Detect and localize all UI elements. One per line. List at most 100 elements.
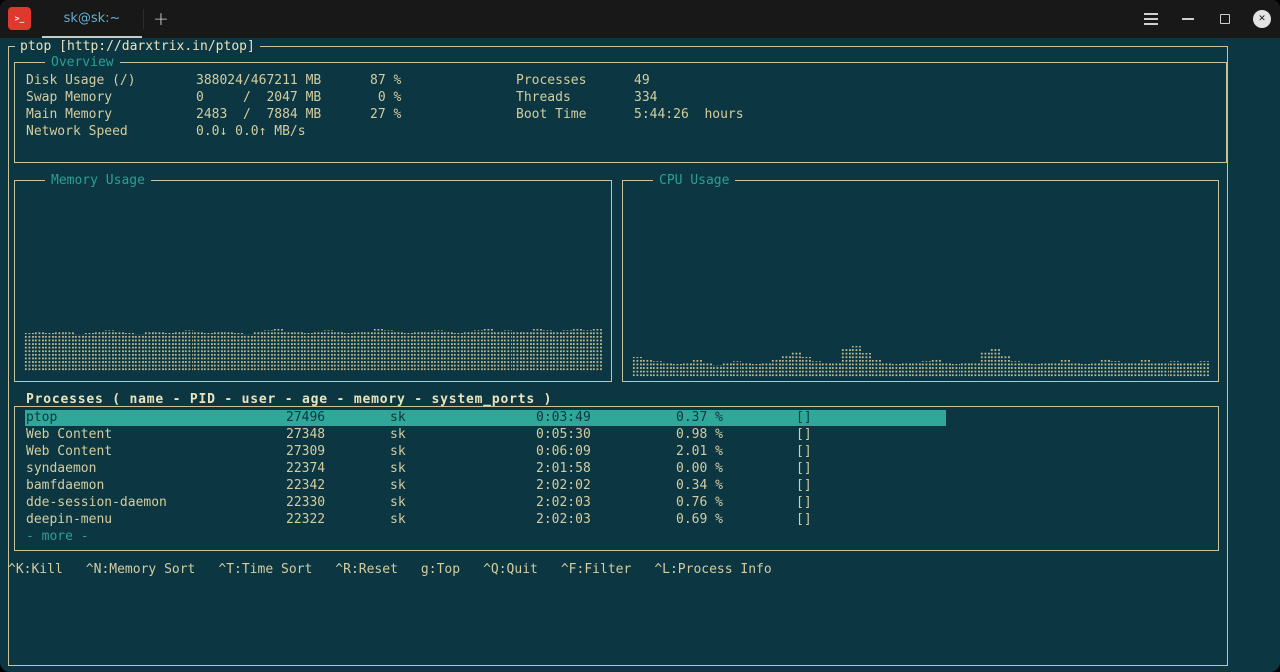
- process-table: ptop 27496 sk 0:03:49 0.37 % [] Web Cont…: [14, 406, 1219, 551]
- process-ports: []: [796, 444, 812, 460]
- process-age: 0:05:30: [536, 427, 591, 443]
- table-row[interactable]: syndaemon 22374 sk 2:01:58 0.00 % []: [15, 461, 1218, 478]
- memory-usage-panel: Memory Usage: [14, 180, 612, 382]
- key-hint-reset: ^R:Reset: [335, 562, 398, 577]
- process-age: 2:02:03: [536, 495, 591, 511]
- minimize-icon: [1182, 18, 1194, 20]
- process-pid: 27496: [286, 410, 325, 426]
- table-row[interactable]: bamfdaemon 22342 sk 2:02:02 0.34 % []: [15, 478, 1218, 495]
- terminal-app-icon: >_: [8, 7, 31, 30]
- process-user: sk: [390, 461, 406, 477]
- new-tab-button[interactable]: +: [149, 0, 173, 38]
- process-memory: 0.34 %: [676, 478, 723, 494]
- overview-panel: Overview Disk Usage (/) 388024/467211 MB…: [14, 62, 1227, 163]
- cpu-usage-graph: [632, 337, 1209, 377]
- process-ports: []: [796, 495, 812, 511]
- boot-time-value: 5:44:26 hours: [634, 107, 744, 123]
- key-hint-quit: ^Q:Quit: [483, 562, 538, 577]
- close-button[interactable]: ✕: [1252, 7, 1272, 31]
- processes-label: Processes: [516, 73, 586, 89]
- process-ports: []: [796, 461, 812, 477]
- processes-count: 49: [634, 73, 650, 89]
- process-age: 2:01:58: [536, 461, 591, 477]
- terminal-window: >_ sk@sk:~ + ✕ ptop [http://darxtrix.in/…: [0, 0, 1280, 672]
- process-user: sk: [390, 512, 406, 528]
- process-pid: 22322: [286, 512, 325, 528]
- key-hint-top: g:Top: [421, 562, 460, 577]
- menu-icon[interactable]: [1141, 7, 1161, 31]
- main-memory-label: Main Memory: [26, 107, 112, 123]
- maximize-icon: [1220, 14, 1230, 24]
- tab-title: sk@sk:~: [64, 11, 121, 26]
- hamburger-icon: [1144, 18, 1158, 20]
- table-row[interactable]: dde-session-daemon 22330 sk 2:02:03 0.76…: [15, 495, 1218, 512]
- overview-row: Main Memory 2483 / 7884 MB 27 % Boot Tim…: [15, 107, 1226, 124]
- process-memory: 0.69 %: [676, 512, 723, 528]
- swap-memory-value: 0 / 2047 MB: [196, 90, 321, 106]
- process-age: 2:02:03: [536, 512, 591, 528]
- main-memory-value: 2483 / 7884 MB: [196, 107, 321, 123]
- ptop-title: ptop [http://darxtrix.in/ptop]: [15, 39, 260, 54]
- process-name: deepin-menu: [26, 512, 112, 528]
- process-age: 0:03:49: [536, 410, 591, 426]
- process-user: sk: [390, 444, 406, 460]
- process-memory: 0.37 %: [676, 410, 723, 426]
- process-memory: 0.98 %: [676, 427, 723, 443]
- terminal-prompt-glyph: >_: [15, 15, 25, 23]
- overview-row: Network Speed 0.0↓ 0.0↑ MB/s: [15, 124, 1226, 141]
- disk-usage-label: Disk Usage (/): [26, 73, 136, 89]
- process-user: sk: [390, 410, 406, 426]
- process-ports: []: [796, 427, 812, 443]
- process-memory: 0.76 %: [676, 495, 723, 511]
- process-ports: []: [796, 410, 812, 426]
- key-hint-process-info: ^L:Process Info: [654, 562, 771, 577]
- process-name: ptop: [26, 410, 57, 426]
- key-hint-time-sort: ^T:Time Sort: [218, 562, 312, 577]
- table-row[interactable]: ptop 27496 sk 0:03:49 0.37 % []: [15, 410, 1218, 427]
- process-name: syndaemon: [26, 461, 96, 477]
- process-name: Web Content: [26, 444, 112, 460]
- process-pid: 22330: [286, 495, 325, 511]
- process-table-header: Processes ( name - PID - user - age - me…: [26, 392, 552, 407]
- process-memory: 0.00 %: [676, 461, 723, 477]
- threads-label: Threads: [516, 90, 571, 106]
- tab-active[interactable]: sk@sk:~: [42, 0, 142, 38]
- process-pid: 22374: [286, 461, 325, 477]
- boot-time-label: Boot Time: [516, 107, 586, 123]
- disk-usage-pct: 87 %: [370, 73, 401, 89]
- minimize-button[interactable]: [1178, 7, 1198, 31]
- memory-usage-title: Memory Usage: [45, 173, 151, 188]
- process-user: sk: [390, 427, 406, 443]
- process-name: dde-session-daemon: [26, 495, 167, 511]
- table-row[interactable]: Web Content 27309 sk 0:06:09 2.01 % []: [15, 444, 1218, 461]
- process-age: 2:02:02: [536, 478, 591, 494]
- tab-separator: [143, 9, 144, 29]
- disk-usage-value: 388024/467211 MB: [196, 73, 321, 89]
- more-indicator: - more -: [15, 529, 1218, 546]
- overview-row: Swap Memory 0 / 2047 MB 0 % Threads 334: [15, 90, 1226, 107]
- cpu-usage-panel: CPU Usage: [622, 180, 1219, 382]
- network-speed-label: Network Speed: [26, 124, 128, 140]
- process-memory: 2.01 %: [676, 444, 723, 460]
- window-controls: ✕: [1141, 0, 1272, 38]
- process-ports: []: [796, 512, 812, 528]
- key-hint-filter: ^F:Filter: [561, 562, 631, 577]
- process-name: Web Content: [26, 427, 112, 443]
- process-pid: 27348: [286, 427, 325, 443]
- footer-keybindings: ^K:Kill ^N:Memory Sort ^T:Time Sort ^R:R…: [8, 562, 772, 577]
- terminal-screen[interactable]: ptop [http://darxtrix.in/ptop] Overview …: [0, 38, 1280, 672]
- maximize-button[interactable]: [1215, 7, 1235, 31]
- overview-row: Disk Usage (/) 388024/467211 MB 87 % Pro…: [15, 73, 1226, 90]
- key-hint-kill: ^K:Kill: [8, 562, 63, 577]
- process-ports: []: [796, 478, 812, 494]
- close-icon: ✕: [1253, 10, 1271, 28]
- process-list: ptop 27496 sk 0:03:49 0.37 % [] Web Cont…: [15, 407, 1218, 550]
- process-user: sk: [390, 495, 406, 511]
- process-pid: 22342: [286, 478, 325, 494]
- table-row[interactable]: deepin-menu 22322 sk 2:02:03 0.69 % []: [15, 512, 1218, 529]
- table-row[interactable]: Web Content 27348 sk 0:05:30 0.98 % []: [15, 427, 1218, 444]
- process-age: 0:06:09: [536, 444, 591, 460]
- process-name: bamfdaemon: [26, 478, 104, 494]
- overview-title: Overview: [45, 55, 120, 70]
- process-pid: 27309: [286, 444, 325, 460]
